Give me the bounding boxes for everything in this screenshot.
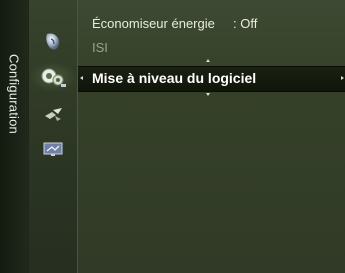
menu-item-software-upgrade[interactable]: Mise à niveau du logiciel (92, 70, 256, 86)
right-arrow-icon (341, 76, 344, 80)
scroll-up-arrow-icon (206, 59, 210, 62)
setup-icon[interactable] (29, 62, 77, 92)
menu-item-isi: ISI (92, 40, 108, 55)
side-tab: Configuration (0, 0, 29, 273)
picture-icon[interactable] (29, 26, 77, 56)
menu-item-label: Économiseur énergie (92, 16, 215, 31)
satellite-dish-icon[interactable] (29, 100, 77, 130)
tv-osd-menu: Configuration Économiseur énergie: Off … (0, 0, 345, 273)
options-panel (78, 0, 345, 273)
left-arrow-icon (80, 76, 83, 80)
tv-input-icon[interactable] (29, 134, 77, 164)
category-icon-column (29, 0, 78, 273)
scroll-down-arrow-icon (206, 93, 210, 96)
menu-item-value: : Off (233, 16, 258, 31)
side-tab-label: Configuration (6, 54, 22, 134)
menu-item-energy-saving[interactable]: Économiseur énergie : Off (92, 16, 257, 31)
